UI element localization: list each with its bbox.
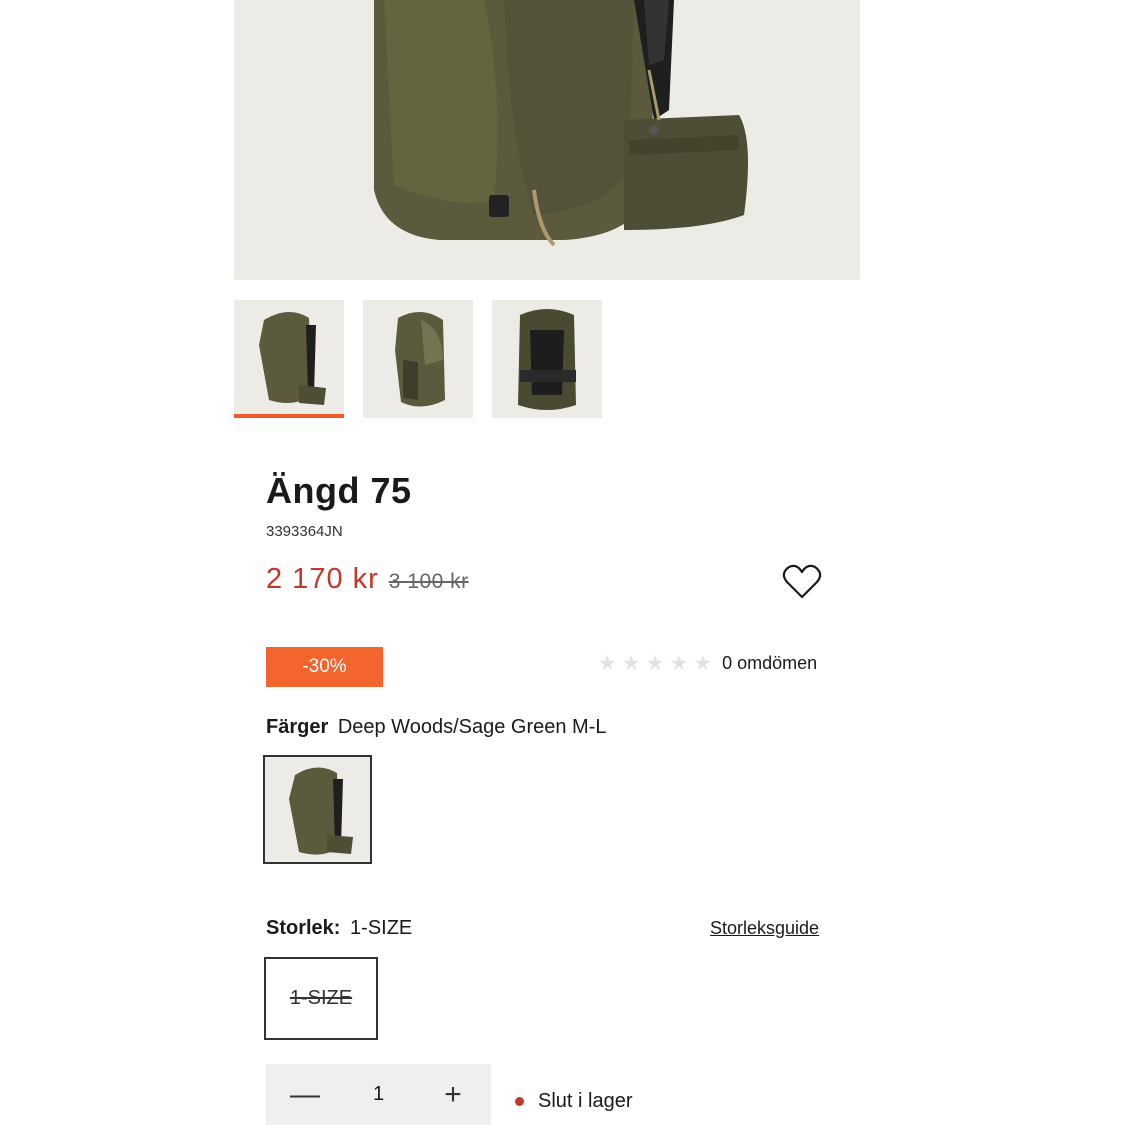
thumbnail-side[interactable] <box>363 300 473 418</box>
star-icon: ★ <box>645 652 665 675</box>
color-swatch-selected[interactable] <box>263 755 372 864</box>
product-sku: 3393364JN <box>266 523 343 540</box>
stock-status-text: Slut i lager <box>538 1090 633 1112</box>
thumbnail-back[interactable] <box>492 300 602 418</box>
star-icon: ★ <box>669 652 689 675</box>
star-rating: ★ ★ ★ ★ ★ <box>598 653 712 674</box>
thumbnail-strip <box>234 300 602 418</box>
selected-color: Deep Woods/Sage Green M-L <box>337 716 607 738</box>
stock-status: Slut i lager <box>515 1090 633 1113</box>
wishlist-button[interactable] <box>781 562 823 602</box>
size-label-row: Storlek: 1-SIZE <box>266 917 412 940</box>
star-icon: ★ <box>621 652 641 675</box>
color-label-row: Färger Deep Woods/Sage Green M-L <box>266 716 606 739</box>
price-row: 2 170 kr 3 100 kr <box>266 563 469 596</box>
review-count: 0 omdömen <box>722 653 818 673</box>
quantity-value[interactable]: 1 <box>373 1083 384 1106</box>
quantity-stepper: — 1 + <box>266 1064 491 1125</box>
color-label: Färger <box>266 716 329 738</box>
thumbnail-front[interactable] <box>234 300 344 418</box>
size-label: Storlek: <box>266 917 341 939</box>
sale-price: 2 170 kr <box>266 563 379 595</box>
stock-status-dot-icon <box>515 1097 524 1106</box>
product-title: Ängd 75 <box>266 470 412 511</box>
original-price: 3 100 kr <box>388 570 469 593</box>
product-main-image[interactable] <box>234 0 860 280</box>
quantity-increase-button[interactable]: + <box>439 1079 467 1110</box>
size-guide-link[interactable]: Storleksguide <box>710 918 819 939</box>
selected-size: 1-SIZE <box>350 917 413 939</box>
rating-summary[interactable]: ★ ★ ★ ★ ★ 0 omdömen <box>598 653 817 674</box>
discount-badge: -30% <box>266 647 383 687</box>
size-option-1-size[interactable]: 1-SIZE <box>264 957 378 1040</box>
star-icon: ★ <box>693 652 713 675</box>
star-icon: ★ <box>598 652 617 675</box>
heart-outline-icon <box>782 564 822 599</box>
quantity-decrease-button[interactable]: — <box>290 1079 320 1110</box>
